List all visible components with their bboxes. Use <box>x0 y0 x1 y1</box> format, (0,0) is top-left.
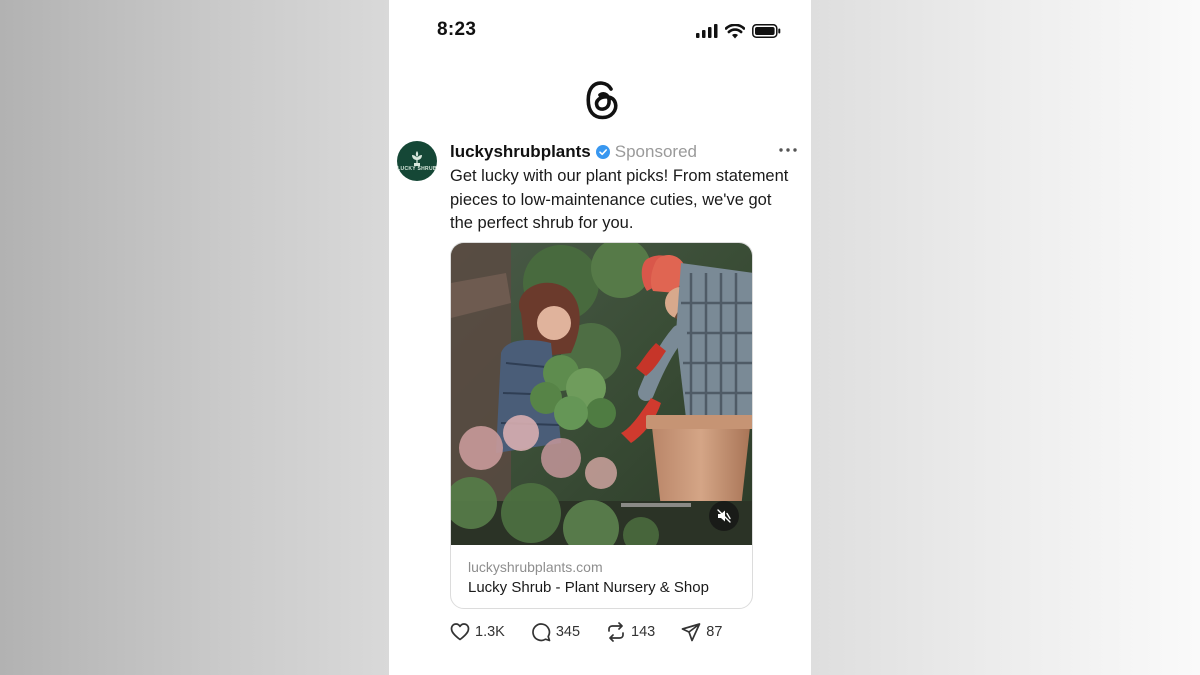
signal-icon <box>696 24 718 38</box>
username[interactable]: luckyshrubplants <box>450 142 591 162</box>
speaker-muted-icon <box>717 509 731 523</box>
like-count: 1.3K <box>475 624 505 640</box>
send-icon <box>681 623 701 642</box>
plant-logo-icon <box>412 150 422 166</box>
repost-count: 143 <box>631 624 656 640</box>
post-header: luckyshrubplants Sponsored <box>450 142 697 162</box>
comment-icon <box>532 623 551 642</box>
post-actions: 1.3K 345 143 87 <box>450 621 748 643</box>
status-bar: 8:23 <box>389 0 811 60</box>
repost-button[interactable]: 143 <box>606 622 655 642</box>
share-button[interactable]: 87 <box>681 622 722 642</box>
mute-toggle-button[interactable] <box>709 501 739 531</box>
avatar[interactable]: LUCKY SHRUB <box>397 141 437 181</box>
status-icons <box>696 22 781 40</box>
reply-button[interactable]: 345 <box>531 622 580 642</box>
like-button[interactable]: 1.3K <box>450 622 505 642</box>
background-left-panel <box>0 0 389 675</box>
verified-badge-icon <box>595 145 610 159</box>
phone-screen: 8:23 LUCKY SHRUB luckyshrubplants Sponso… <box>389 0 811 675</box>
link-domain[interactable]: luckyshrubplants.com <box>468 559 603 575</box>
more-options-icon[interactable] <box>777 142 799 158</box>
battery-icon <box>752 24 781 38</box>
wifi-icon <box>725 23 745 38</box>
status-time: 8:23 <box>437 19 477 40</box>
heart-icon <box>450 623 470 641</box>
repost-icon <box>608 622 624 642</box>
post-text: Get lucky with our plant picks! From sta… <box>450 167 789 232</box>
background-right-panel <box>811 0 1200 675</box>
link-title[interactable]: Lucky Shrub - Plant Nursery & Shop <box>468 579 709 596</box>
threads-logo-icon[interactable] <box>583 79 621 121</box>
avatar-brand-text: LUCKY SHRUB <box>397 165 437 172</box>
post-video[interactable] <box>451 243 753 545</box>
ad-media-card[interactable]: luckyshrubplants.com Lucky Shrub - Plant… <box>450 242 753 609</box>
reply-count: 345 <box>555 624 581 640</box>
sponsored-label: Sponsored <box>614 142 697 161</box>
share-count: 87 <box>706 624 723 640</box>
